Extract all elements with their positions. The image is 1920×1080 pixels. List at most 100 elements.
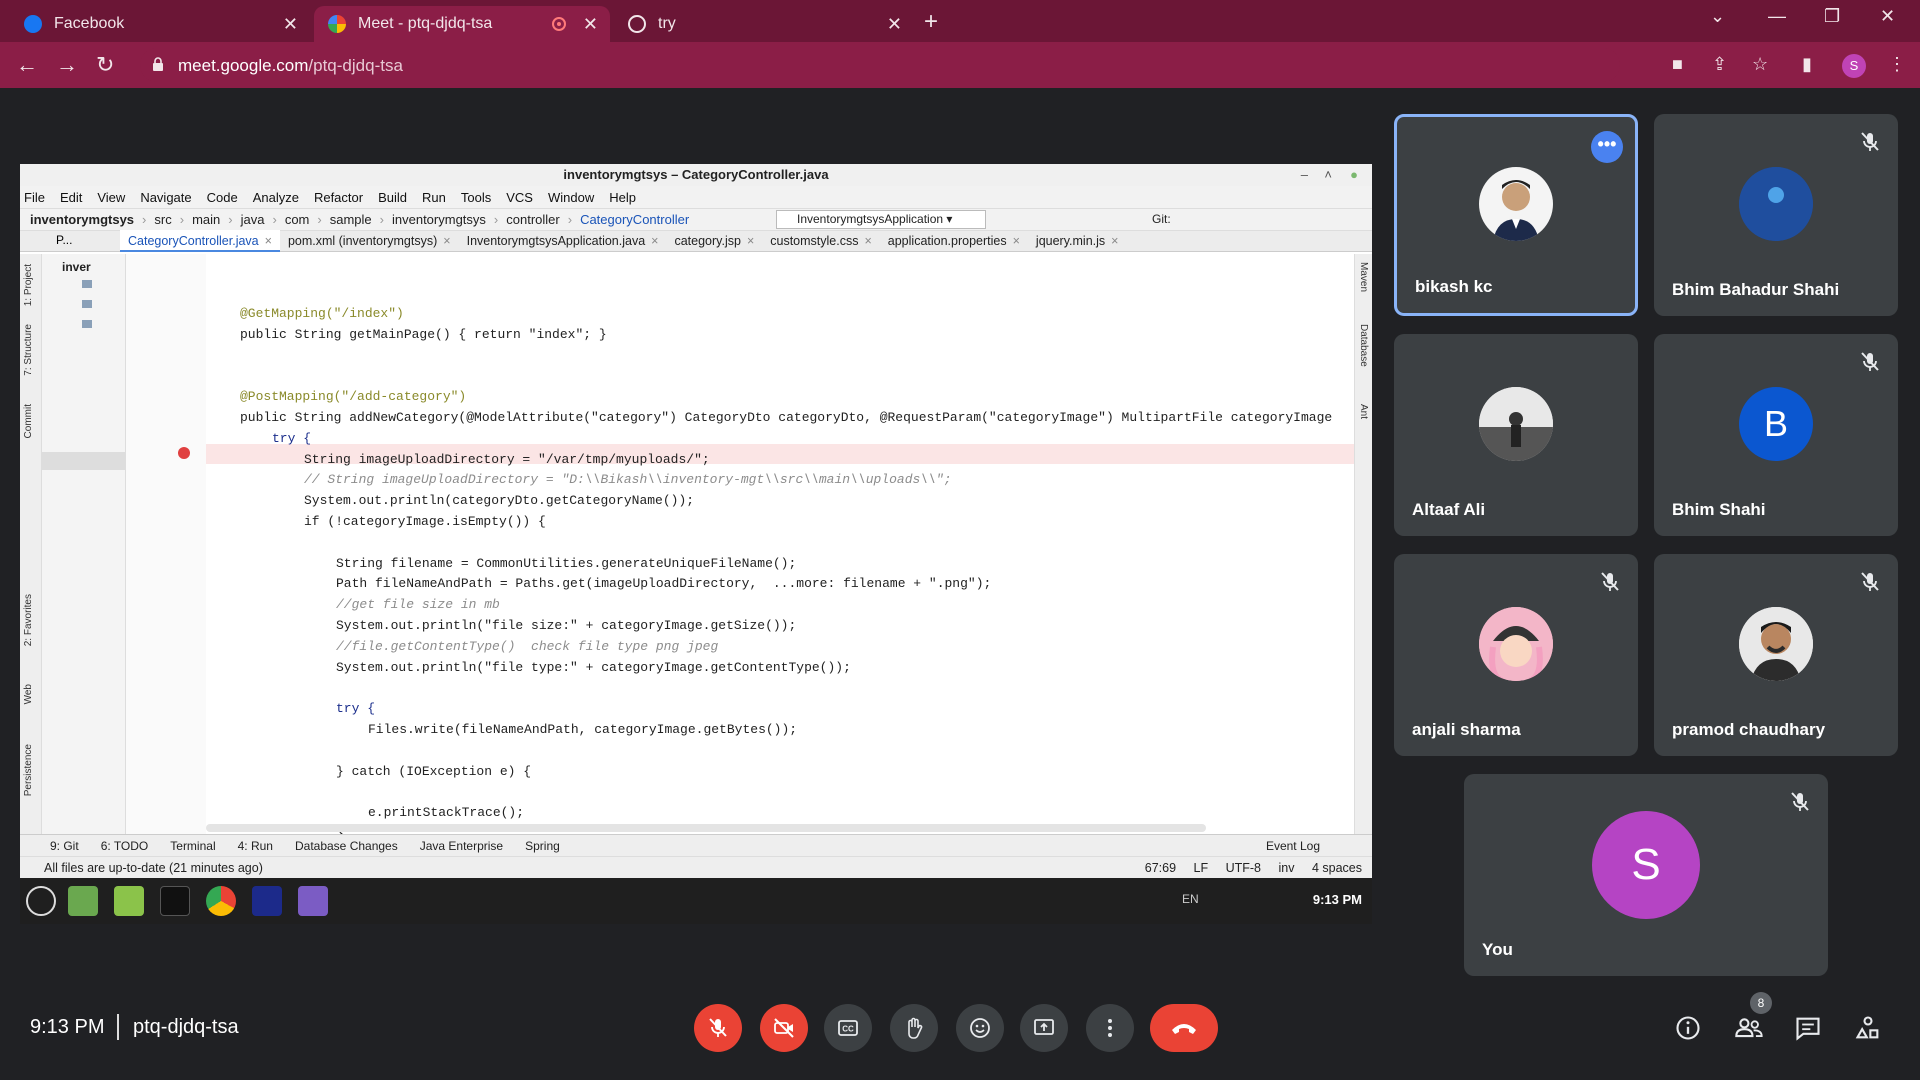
side-panel-icon[interactable]: ▮ <box>1802 54 1812 75</box>
address-bar[interactable]: meet.google.com/ptq-djdq-tsa <box>140 48 1620 82</box>
ide-close-icon[interactable]: ● <box>1350 164 1358 186</box>
code-line[interactable]: Path fileNameAndPath = Paths.get(imageUp… <box>336 574 991 594</box>
close-icon[interactable]: × <box>864 234 871 248</box>
code-line[interactable]: System.out.println("file size:" + catego… <box>336 616 796 636</box>
more-options-icon[interactable]: ••• <box>1591 131 1623 163</box>
tab-facebook[interactable]: Facebook ✕ <box>10 6 310 42</box>
forward-icon[interactable]: → <box>56 52 78 78</box>
close-icon[interactable]: × <box>265 234 272 248</box>
code-line[interactable]: // String imageUploadDirectory = "D:\\Bi… <box>304 470 952 490</box>
editor-tab[interactable]: jquery.min.js × <box>1028 234 1127 248</box>
breadcrumb-class[interactable]: CategoryController <box>580 212 689 227</box>
run-configuration-select[interactable]: InventorymgtsysApplication ▾ <box>776 210 986 229</box>
more-options-button[interactable] <box>1086 1004 1134 1052</box>
close-icon[interactable]: ✕ <box>583 14 598 35</box>
editor-tab[interactable]: InventorymgtsysApplication.java × <box>459 234 667 248</box>
terminal-app-icon[interactable] <box>160 886 190 916</box>
close-icon[interactable]: × <box>651 234 658 248</box>
code-line[interactable]: } catch (IOException e) { <box>336 762 531 782</box>
editor-tab[interactable]: customstyle.css × <box>762 234 880 248</box>
tool-commit-label[interactable]: Commit <box>23 404 34 438</box>
menu-code[interactable]: Code <box>207 190 238 205</box>
close-icon[interactable]: × <box>747 234 754 248</box>
chrome-app-icon[interactable] <box>206 886 236 916</box>
keyboard-language[interactable]: EN <box>1182 892 1199 906</box>
files-icon[interactable] <box>68 886 98 916</box>
tool-favorites-label[interactable]: 2: Favorites <box>23 594 34 646</box>
participant-tile[interactable]: pramod chaudhary <box>1654 554 1898 756</box>
menu-file[interactable]: File <box>24 190 45 205</box>
restore-icon[interactable]: ❐ <box>1824 6 1840 27</box>
cursor-position[interactable]: 67:69 <box>1145 861 1176 875</box>
tool-spring[interactable]: Spring <box>525 839 560 853</box>
activities-icon[interactable] <box>1854 1014 1882 1042</box>
breadcrumb-item[interactable]: controller <box>506 212 559 227</box>
editor-gutter[interactable] <box>126 254 206 834</box>
code-line[interactable]: //get file size in mb <box>336 595 500 615</box>
code-line[interactable]: public String addNewCategory(@ModelAttri… <box>240 408 1332 428</box>
participant-tile[interactable]: B Bhim Shahi <box>1654 334 1898 536</box>
folder-icon[interactable] <box>82 280 92 288</box>
folder-app-icon[interactable] <box>114 886 144 916</box>
mic-toggle-button[interactable] <box>694 1004 742 1052</box>
close-icon[interactable]: ✕ <box>887 14 902 35</box>
breadcrumb-item[interactable]: main <box>192 212 220 227</box>
start-menu-icon[interactable] <box>26 886 56 916</box>
reactions-button[interactable] <box>956 1004 1004 1052</box>
tool-terminal[interactable]: Terminal <box>170 839 215 853</box>
menu-refactor[interactable]: Refactor <box>314 190 363 205</box>
folder-icon[interactable] <box>82 320 92 328</box>
close-icon[interactable]: × <box>443 234 450 248</box>
tool-structure-label[interactable]: 7: Structure <box>23 324 34 376</box>
window-close-icon[interactable]: ✕ <box>1880 6 1895 27</box>
menu-navigate[interactable]: Navigate <box>140 190 191 205</box>
meeting-details-icon[interactable] <box>1674 1014 1702 1042</box>
breadcrumb-project[interactable]: inventorymgtsys <box>30 212 134 227</box>
code-line[interactable]: if (!categoryImage.isEmpty()) { <box>304 512 546 532</box>
indent-setting[interactable]: 4 spaces <box>1312 861 1362 875</box>
menu-vcs[interactable]: VCS <box>506 190 533 205</box>
menu-run[interactable]: Run <box>422 190 446 205</box>
project-panel-label[interactable]: P... <box>56 233 72 247</box>
share-icon[interactable]: ⇪ <box>1712 54 1727 75</box>
tool-maven-label[interactable]: Maven <box>1358 262 1369 292</box>
breadcrumb-item[interactable]: sample <box>330 212 372 227</box>
participant-tile[interactable]: ••• bikash kc <box>1394 114 1638 316</box>
menu-analyze[interactable]: Analyze <box>253 190 299 205</box>
close-icon[interactable]: ✕ <box>283 14 298 35</box>
intellij-app-icon[interactable] <box>252 886 282 916</box>
menu-help[interactable]: Help <box>609 190 636 205</box>
code-editor[interactable]: @GetMapping("/index") public String getMa… <box>206 254 1354 841</box>
menu-tools[interactable]: Tools <box>461 190 491 205</box>
minimize-icon[interactable]: — <box>1768 6 1786 27</box>
ide-restore-icon[interactable]: ˄ <box>1324 164 1332 186</box>
tool-run[interactable]: 4: Run <box>238 839 273 853</box>
code-line[interactable]: System.out.println("file type:" + catego… <box>336 658 851 678</box>
breadcrumb-item[interactable]: com <box>285 212 310 227</box>
breadcrumb-item[interactable]: src <box>154 212 171 227</box>
file-encoding[interactable]: UTF-8 <box>1226 861 1261 875</box>
participant-tile[interactable]: Bhim Bahadur Shahi <box>1654 114 1898 316</box>
tab-try[interactable]: try ✕ <box>614 6 914 42</box>
tool-database-label[interactable]: Database <box>1358 324 1369 367</box>
tool-ant-label[interactable]: Ant <box>1358 404 1369 419</box>
code-line[interactable]: String filename = CommonUtilities.genera… <box>336 554 796 574</box>
git-branch[interactable]: inv <box>1279 861 1295 875</box>
tool-persistence-label[interactable]: Persistence <box>23 744 34 796</box>
code-line[interactable]: //file.getContentType() check file type … <box>336 637 718 657</box>
self-tile[interactable]: S You <box>1464 774 1828 976</box>
ide-minimize-icon[interactable]: – <box>1301 164 1308 186</box>
menu-view[interactable]: View <box>97 190 125 205</box>
code-line[interactable]: System.out.println(categoryDto.getCatego… <box>304 491 694 511</box>
tab-meet[interactable]: Meet - ptq-djdq-tsa ✕ <box>314 6 610 42</box>
camera-toggle-button[interactable] <box>760 1004 808 1052</box>
editor-tab[interactable]: category.jsp × <box>666 234 762 248</box>
tool-database-changes[interactable]: Database Changes <box>295 839 398 853</box>
project-root[interactable]: inver <box>62 260 91 274</box>
line-separator[interactable]: LF <box>1194 861 1209 875</box>
event-log[interactable]: Event Log <box>1266 839 1320 853</box>
tool-java-enterprise[interactable]: Java Enterprise <box>420 839 503 853</box>
code-line[interactable]: e.printStackTrace(); <box>368 803 524 823</box>
code-line[interactable]: public String getMainPage() { return "in… <box>240 325 607 345</box>
horizontal-scrollbar[interactable] <box>206 824 1206 832</box>
